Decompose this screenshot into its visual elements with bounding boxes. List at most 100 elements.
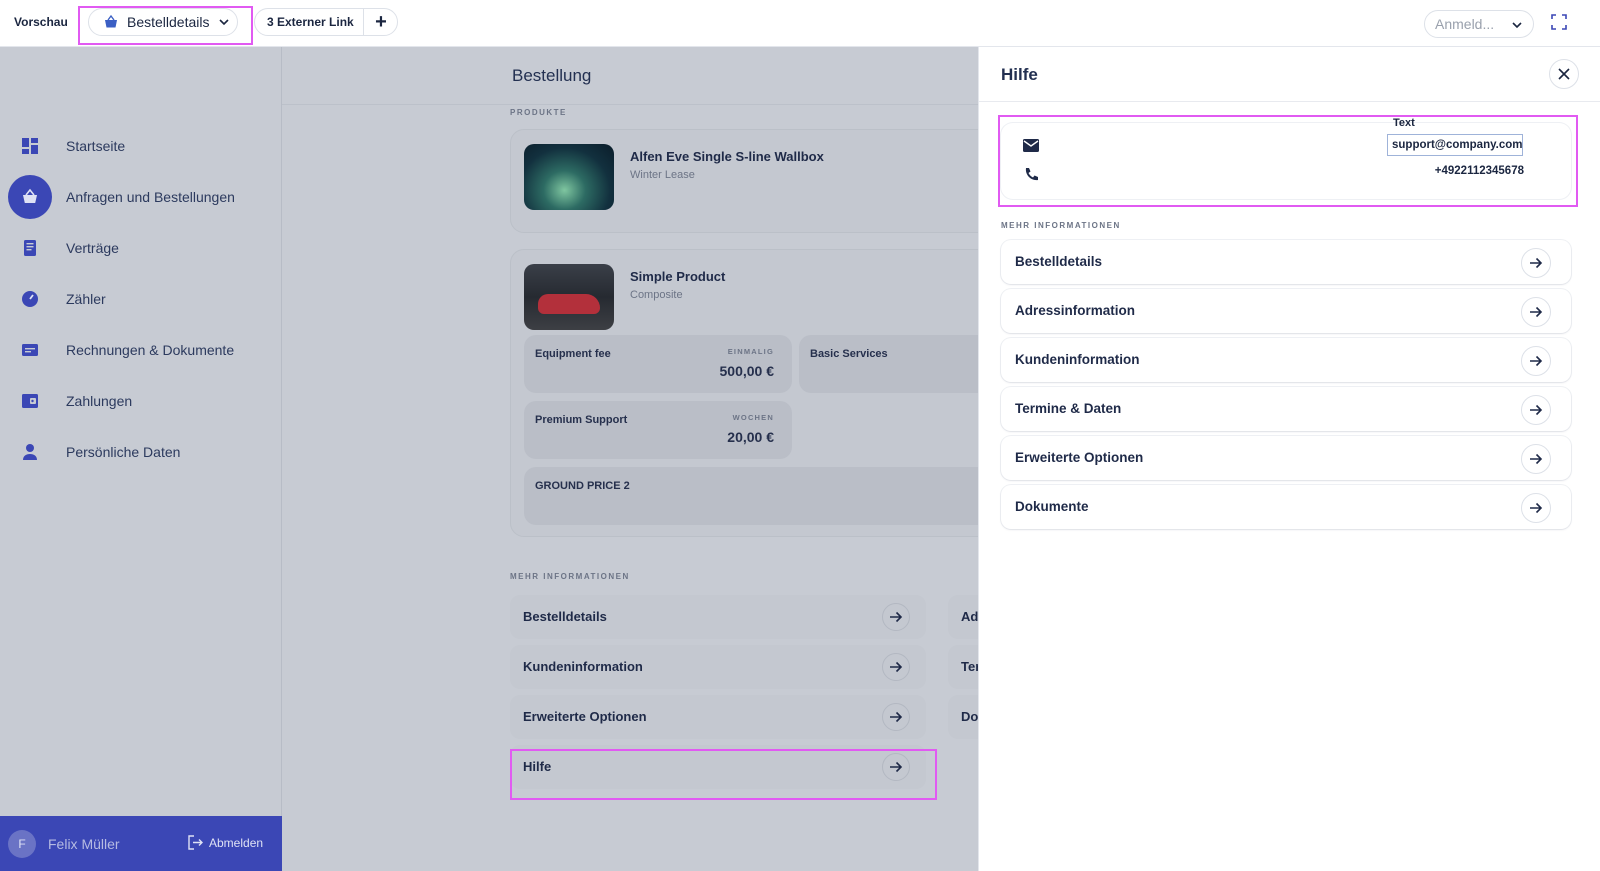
info-row-dokumente[interactable]: Do xyxy=(948,695,978,739)
product-image xyxy=(524,264,614,330)
panel-row-label: Kundeninformation xyxy=(1015,352,1140,367)
fee-kind: EINMALIG xyxy=(727,347,774,356)
info-row-label: Erweiterte Optionen xyxy=(523,709,647,724)
sidebar-item-label: Rechnungen & Dokumente xyxy=(66,342,235,358)
contract-icon xyxy=(8,226,52,270)
dashboard-icon xyxy=(8,124,52,168)
sidebar-item-anfragen[interactable]: Anfragen und Bestellungen xyxy=(0,175,282,219)
sidebar-item-startseite[interactable]: Startseite xyxy=(0,124,282,168)
arrow-right-icon[interactable] xyxy=(1521,444,1551,474)
info-row-erweiterte-optionen[interactable]: Erweiterte Optionen xyxy=(510,695,926,739)
panel-row-label: Erweiterte Optionen xyxy=(1015,450,1144,465)
external-link-tab[interactable]: 3 Externer Link + xyxy=(254,8,398,36)
section-label-products: PRODUKTE xyxy=(510,108,567,117)
fee-name: Premium Support xyxy=(535,414,628,426)
sidebar-item-persoenliche-daten[interactable]: Persönliche Daten xyxy=(0,430,282,474)
product-subtitle: Winter Lease xyxy=(630,169,695,181)
fee-value: 500,00 € xyxy=(719,363,775,379)
fee-card: Basic Services xyxy=(799,335,978,393)
sidebar-item-zahlungen[interactable]: Zahlungen xyxy=(0,379,282,423)
mail-icon xyxy=(1023,139,1039,152)
top-bar: Vorschau Bestelldetails 3 Externer Link … xyxy=(0,0,1600,47)
sidebar-item-label: Verträge xyxy=(66,240,119,256)
panel-row-label: Adressinformation xyxy=(1015,303,1136,318)
fee-value: 20,00 € xyxy=(727,429,774,445)
fee-name: GROUND PRICE 2 xyxy=(535,480,630,492)
info-row-termine[interactable]: Ter xyxy=(948,645,978,689)
section-label-more: MEHR INFORMATIONEN xyxy=(1001,221,1121,230)
arrow-right-icon[interactable] xyxy=(1521,248,1551,278)
arrow-right-icon[interactable] xyxy=(1521,493,1551,523)
panel-row-termine[interactable]: Termine & Daten xyxy=(1001,387,1571,431)
close-button[interactable] xyxy=(1549,59,1579,89)
info-row-kundeninformation[interactable]: Kundeninformation xyxy=(510,645,926,689)
fee-name: Basic Services xyxy=(810,348,888,360)
main-header: Bestellung xyxy=(282,47,978,105)
car-shape xyxy=(538,294,600,314)
product-name: Alfen Eve Single S-line Wallbox xyxy=(630,149,824,164)
logout-button[interactable]: Abmelden xyxy=(188,835,263,850)
panel-row-adressinformation[interactable]: Adressinformation xyxy=(1001,289,1571,333)
phone-value[interactable]: +4922112345678 xyxy=(1435,165,1524,177)
logout-label: Abmelden xyxy=(209,835,264,850)
panel-row-kundeninformation[interactable]: Kundeninformation xyxy=(1001,338,1571,382)
divider xyxy=(979,101,1600,102)
arrow-right-icon[interactable] xyxy=(882,703,910,731)
arrow-right-icon[interactable] xyxy=(882,753,910,781)
add-button[interactable]: + xyxy=(371,12,391,32)
product-card[interactable]: Alfen Eve Single S-line Wallbox Winter L… xyxy=(510,129,978,233)
info-row-label: Ter xyxy=(961,659,978,674)
page-select[interactable]: Bestelldetails xyxy=(88,8,238,36)
sidebar-item-rechnungen[interactable]: Rechnungen & Dokumente xyxy=(0,328,282,372)
help-panel: Hilfe Text support@company.com +49221123… xyxy=(978,47,1600,871)
info-row-hilfe[interactable]: Hilfe xyxy=(510,745,926,789)
divider xyxy=(363,9,364,35)
panel-row-label: Termine & Daten xyxy=(1015,401,1122,416)
fee-card: GROUND PRICE 2 xyxy=(524,467,978,525)
info-row-label: Hilfe xyxy=(523,759,552,774)
arrow-right-icon[interactable] xyxy=(882,603,910,631)
fee-name: Equipment fee xyxy=(535,348,611,360)
meter-icon xyxy=(8,277,52,321)
arrow-right-icon[interactable] xyxy=(1521,346,1551,376)
email-field[interactable]: support@company.com xyxy=(1387,134,1523,156)
arrow-right-icon[interactable] xyxy=(1521,297,1551,327)
login-select[interactable]: Anmeld... xyxy=(1424,10,1534,38)
panel-row-bestelldetails[interactable]: Bestelldetails xyxy=(1001,240,1571,284)
basket-icon xyxy=(105,14,117,28)
product-image xyxy=(524,144,614,210)
arrow-right-icon[interactable] xyxy=(882,653,910,681)
sidebar-item-label: Zahlungen xyxy=(66,393,133,409)
preview-label: Vorschau xyxy=(14,15,68,29)
panel-row-erweiterte-optionen[interactable]: Erweiterte Optionen xyxy=(1001,436,1571,480)
user-bar: F Felix Müller Abmelden xyxy=(0,816,282,871)
info-row-bestelldetails[interactable]: Bestelldetails xyxy=(510,595,926,639)
info-row-label: Kundeninformation xyxy=(523,659,643,674)
product-card[interactable]: Simple Product Composite Equipment fee E… xyxy=(510,249,978,537)
avatar[interactable]: F xyxy=(8,830,36,858)
product-name: Simple Product xyxy=(630,269,726,284)
page-title: Bestellung xyxy=(512,66,592,85)
info-row-label: Do xyxy=(961,709,978,724)
sidebar-item-zaehler[interactable]: Zähler xyxy=(0,277,282,321)
main-content: Bestellung PRODUKTE Alfen Eve Single S-l… xyxy=(282,47,978,871)
page-select-value: Bestelldetails xyxy=(127,14,210,30)
fee-kind: WOCHEN xyxy=(732,413,774,422)
info-row-adressinformation[interactable]: Ad xyxy=(948,595,978,639)
panel-row-label: Bestelldetails xyxy=(1015,254,1103,269)
arrow-right-icon[interactable] xyxy=(1521,395,1551,425)
close-icon xyxy=(1558,68,1570,80)
wallet-icon xyxy=(8,379,52,423)
user-name: Felix Müller xyxy=(48,836,120,852)
sidebar: Startseite Anfragen und Bestellungen Ver… xyxy=(0,47,282,871)
sidebar-item-label: Anfragen und Bestellungen xyxy=(66,189,235,205)
fullscreen-icon[interactable] xyxy=(1551,14,1567,30)
section-label-more: MEHR INFORMATIONEN xyxy=(510,572,630,581)
info-row-label: Bestelldetails xyxy=(523,609,607,624)
sidebar-item-vertraege[interactable]: Verträge xyxy=(0,226,282,270)
panel-row-dokumente[interactable]: Dokumente xyxy=(1001,485,1571,529)
phone-icon xyxy=(1025,168,1038,181)
panel-row-label: Dokumente xyxy=(1015,499,1089,514)
panel-title: Hilfe xyxy=(1001,65,1038,84)
sidebar-item-label: Startseite xyxy=(66,138,126,154)
